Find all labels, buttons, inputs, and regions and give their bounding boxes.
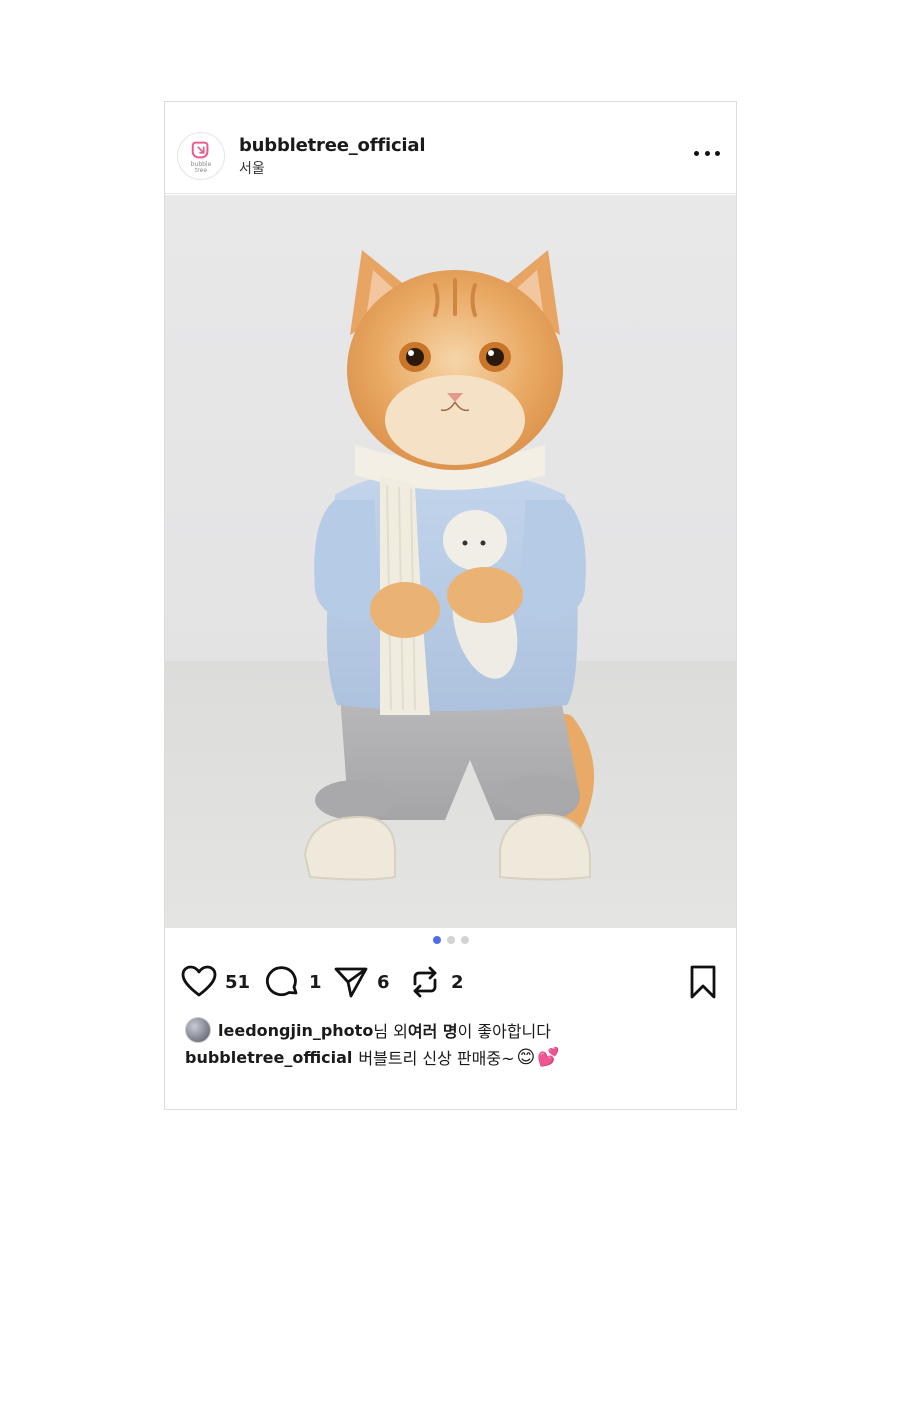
likes-text-mid: 님 외 <box>373 1022 408 1041</box>
save-button[interactable] <box>685 962 721 1002</box>
caption-username[interactable]: bubbletree_official <box>185 1048 352 1067</box>
like-count: 51 <box>225 971 251 993</box>
post-username[interactable]: bubbletree_official <box>239 135 426 156</box>
post-header: bubble tree bubbletree_official 서울 <box>165 102 736 194</box>
share-count: 6 <box>377 971 390 993</box>
share-button[interactable]: 6 <box>333 962 390 1002</box>
carousel-indicator[interactable] <box>165 936 736 946</box>
send-icon <box>334 967 368 998</box>
more-dot <box>694 150 699 156</box>
likes-others-link[interactable]: 여러 명 <box>408 1018 458 1042</box>
liker-avatar[interactable] <box>185 1017 211 1043</box>
account-avatar[interactable]: bubble tree <box>177 132 225 180</box>
carousel-dot[interactable] <box>446 936 455 944</box>
bubbletree-logo-icon <box>191 141 209 158</box>
repost-icon <box>413 966 437 998</box>
repost-button[interactable]: 2 <box>407 962 464 1002</box>
caption-text: 버블트리 신상 판매중~ <box>358 1049 515 1068</box>
more-dot <box>715 150 720 156</box>
comment-button[interactable]: 1 <box>265 962 322 1002</box>
instagram-post: bubble tree bubbletree_official 서울 51 1 … <box>164 101 737 1110</box>
carousel-dot-active[interactable] <box>432 936 441 944</box>
likes-summary: leedongjin_photo 님 외 여러 명 이 좋아합니다 <box>185 1017 551 1043</box>
hearts-emoji-icon: 💕 <box>537 1046 560 1068</box>
comment-count: 1 <box>309 971 322 993</box>
more-options-button[interactable] <box>694 146 720 160</box>
bookmark-icon <box>690 965 716 999</box>
like-button[interactable]: 51 <box>181 962 250 1002</box>
comment-icon <box>265 966 298 997</box>
action-bar: 51 1 6 2 <box>181 962 721 1002</box>
smile-emoji-icon: 😊 <box>516 1046 536 1068</box>
heart-icon <box>181 965 217 997</box>
more-dot <box>704 150 710 156</box>
post-location[interactable]: 서울 <box>239 158 265 178</box>
carousel-dot[interactable] <box>460 936 469 944</box>
logo-text: bubble tree <box>190 160 212 174</box>
post-photo[interactable] <box>165 195 736 928</box>
likes-text-end: 이 좋아합니다 <box>457 1022 551 1041</box>
post-caption: bubbletree_official 버블트리 신상 판매중~ 😊 💕 <box>185 1044 560 1070</box>
liker-username[interactable]: leedongjin_photo <box>218 1021 373 1040</box>
repost-count: 2 <box>451 971 464 993</box>
cat-photo-illustration <box>165 195 736 928</box>
